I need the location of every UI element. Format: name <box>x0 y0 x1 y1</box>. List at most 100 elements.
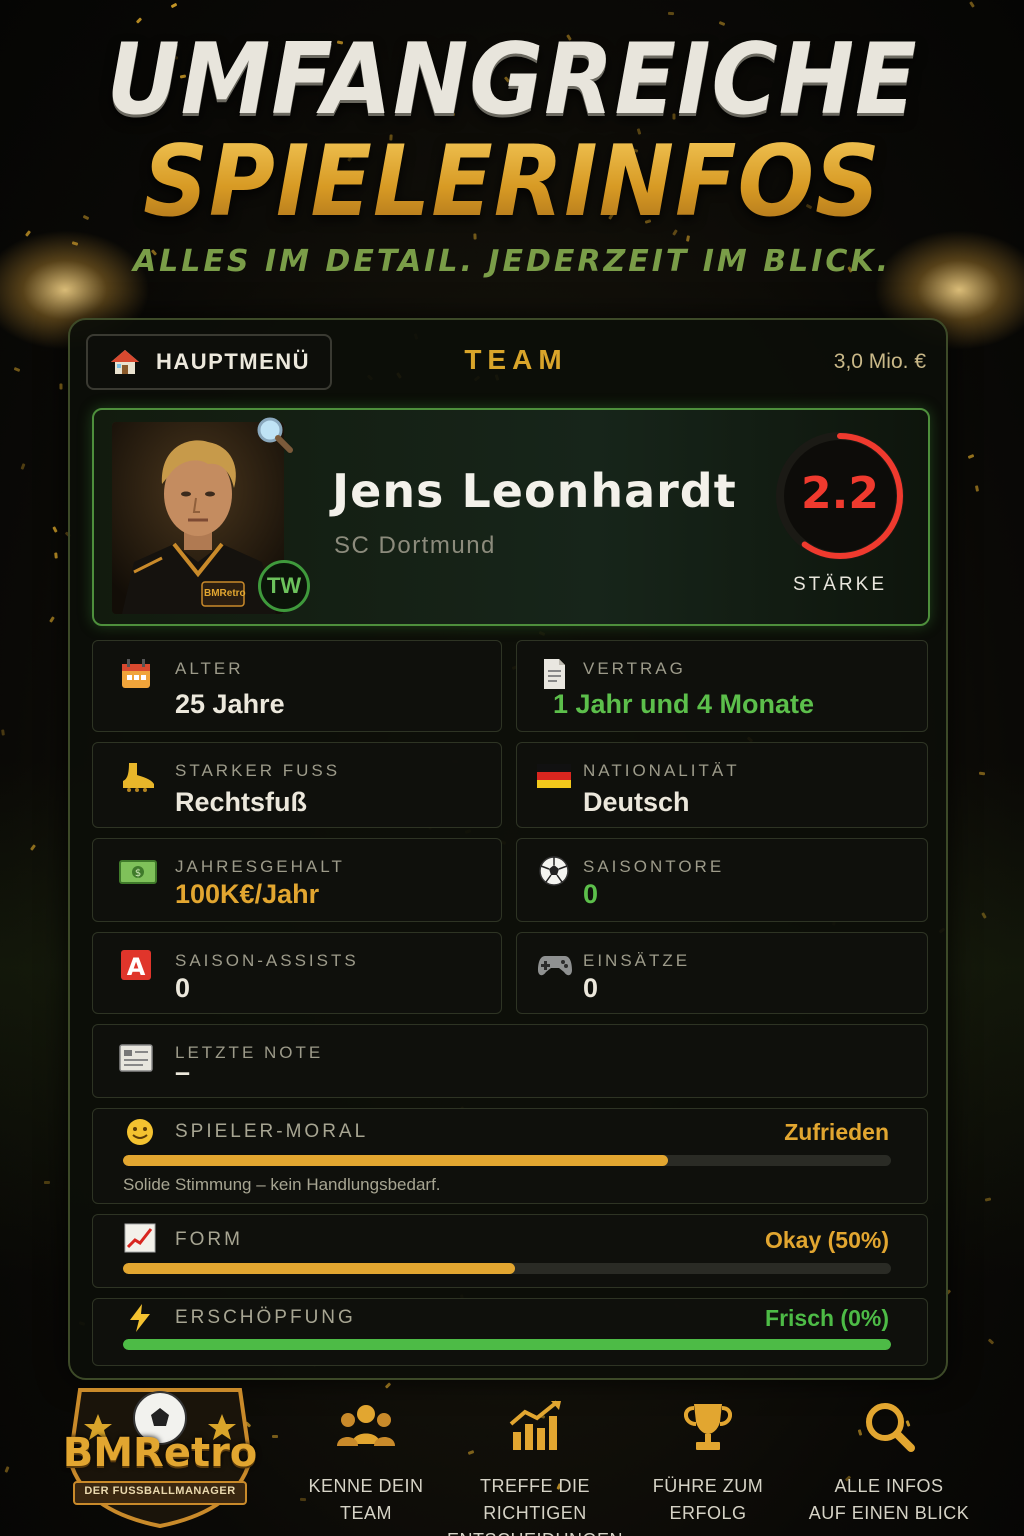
stat-appearances-label: EINSÄTZE <box>583 951 691 970</box>
stat-salary-label: JAHRESGEHALT <box>175 857 345 876</box>
player-name: Jens Leonhardt <box>332 464 737 518</box>
stat-nationality-value: Deutsch <box>583 787 690 817</box>
stat-appearances-value: 0 <box>583 973 599 1003</box>
lightning-icon <box>123 1303 157 1340</box>
confetti-piece <box>272 1434 279 1438</box>
nav-lead-to-success[interactable]: FÜHRE ZUM ERFOLG <box>638 1400 778 1527</box>
stat-age-value: 25 Jahre <box>175 689 285 719</box>
zoom-portrait-icon[interactable] <box>254 414 294 454</box>
house-icon <box>111 350 139 374</box>
stat-appearances: EINSÄTZE 0 <box>516 932 928 1014</box>
promo-headline: UMFANGREICHE SPIELERINFOS ALLES IM DETAI… <box>0 30 1024 279</box>
fatigue-section: ERSCHÖPFUNG Frisch (0%) <box>92 1298 928 1366</box>
stat-last-grade: LETZTE NOTE – <box>92 1024 928 1098</box>
document-icon <box>537 657 571 691</box>
rating-value: 2.2 <box>801 468 879 519</box>
svg-text:$: $ <box>135 868 141 879</box>
confetti-piece <box>20 462 26 470</box>
boot-icon <box>119 759 154 793</box>
form-status: Okay (50%) <box>764 1227 889 1253</box>
morale-status: Zufrieden <box>784 1119 889 1145</box>
confetti-piece <box>59 383 63 390</box>
stat-nationality-label: NATIONALITÄT <box>583 761 740 780</box>
confetti-piece <box>4 1465 10 1473</box>
rating-label: STÄRKE <box>792 574 888 595</box>
morale-label: SPIELER-MORAL <box>175 1121 369 1142</box>
stat-season-goals-value: 0 <box>583 879 599 909</box>
stat-season-assists-label: SAISON-ASSISTS <box>175 951 359 970</box>
nav-know-your-team-line2: TEAM <box>339 1503 392 1523</box>
nav-all-info[interactable]: ALLE INFOS AUF EINEN BLICK <box>806 1400 972 1527</box>
smiley-icon <box>123 1117 157 1154</box>
form-label: FORM <box>175 1229 243 1250</box>
headline-tagline: ALLES IM DETAIL. JEDERZEIT IM BLICK. <box>132 244 892 279</box>
stat-contract: VERTRAG 1 Jahr und 4 Monate <box>516 640 928 732</box>
stat-salary-value: 100K€/Jahr <box>175 879 320 909</box>
confetti-piece <box>48 616 55 624</box>
team-icon <box>337 1405 395 1446</box>
morale-bar-track <box>123 1155 891 1166</box>
letter-a-icon: A <box>119 949 153 983</box>
stat-contract-label: VERTRAG <box>583 659 686 678</box>
morale-note: Solide Stimmung – kein Handlungsbedarf. <box>123 1175 441 1194</box>
nav-all-info-line2: AUF EINEN BLICK <box>808 1503 970 1523</box>
search-icon <box>866 1403 915 1452</box>
confetti-piece <box>1 729 6 736</box>
morale-section: SPIELER-MORAL Zufrieden Solide Stimmung … <box>92 1108 928 1204</box>
nav-know-your-team[interactable]: KENNE DEIN TEAM <box>296 1400 436 1527</box>
nav-right-decisions-line1: TREFFE DIE RICHTIGEN <box>479 1476 590 1523</box>
nav-all-info-line1: ALLE INFOS <box>834 1476 944 1496</box>
logo-subtitle: DER FUSSBALLMANAGER <box>84 1485 236 1497</box>
stat-contract-value: 1 Jahr und 4 Monate <box>553 689 815 719</box>
report-card-icon <box>119 1041 153 1075</box>
main-menu-label: HAUPTMENÜ <box>156 349 311 374</box>
morale-bar-fill <box>123 1155 669 1166</box>
nav-right-decisions[interactable]: TREFFE DIE RICHTIGEN ENTSCHEIDUNGEN <box>440 1400 630 1536</box>
headline-line-1: UMFANGREICHE <box>106 23 918 137</box>
fatigue-label: ERSCHÖPFUNG <box>175 1307 356 1328</box>
stat-season-assists-value: 0 <box>175 973 191 1003</box>
nav-right-decisions-line2: ENTSCHEIDUNGEN <box>440 1527 630 1536</box>
nav-lead-to-success-line2: ERFOLG <box>669 1503 747 1523</box>
calendar-icon <box>119 657 153 691</box>
stat-strong-foot: STARKER FUSS Rechtsfuß <box>92 742 502 828</box>
stat-last-grade-value: – <box>175 1057 191 1087</box>
position-badge: TW <box>258 560 310 612</box>
jersey-logo-text: BMRetro <box>204 588 246 599</box>
banknote-icon: $ <box>119 855 157 889</box>
fatigue-status: Frisch (0%) <box>765 1305 889 1331</box>
stat-season-goals: SAISONTORE 0 <box>516 838 928 922</box>
team-budget: 3,0 Mio. € <box>833 350 926 373</box>
nav-know-your-team-line1: KENNE DEIN <box>308 1476 424 1496</box>
stat-season-assists: A SAISON-ASSISTS 0 <box>92 932 502 1014</box>
logo-wordmark: BMRetro <box>62 1430 258 1476</box>
stat-season-goals-label: SAISONTORE <box>583 857 725 876</box>
player-header-card: BMRetro TW Jens Leonhardt SC Dortmund 2.… <box>92 408 930 626</box>
stat-last-grade-label: LETZTE NOTE <box>175 1043 324 1062</box>
confetti-piece <box>987 1338 994 1345</box>
confetti-piece <box>385 1381 392 1389</box>
confetti-piece <box>975 485 980 493</box>
form-bar-track <box>123 1263 891 1274</box>
bar-chart-icon <box>509 1400 561 1450</box>
screen-title: TEAM <box>464 344 568 375</box>
form-bar-fill <box>123 1263 515 1274</box>
svg-text:A: A <box>127 953 146 981</box>
football-icon <box>537 855 571 889</box>
main-menu-button[interactable]: HAUPTMENÜ <box>86 334 332 390</box>
stat-salary: $ JAHRESGEHALT 100K€/Jahr <box>92 838 502 922</box>
confetti-piece <box>53 551 58 559</box>
confetti-piece <box>967 454 975 460</box>
nav-lead-to-success-line1: FÜHRE ZUM <box>652 1476 764 1496</box>
confetti-piece <box>667 11 674 15</box>
confetti-piece <box>969 0 975 8</box>
stat-strong-foot-value: Rechtsfuß <box>175 787 308 817</box>
fatigue-bar-track <box>123 1339 891 1350</box>
gamepad-icon <box>537 949 572 983</box>
confetti-piece <box>52 525 58 533</box>
stat-age: ALTER 25 Jahre <box>92 640 502 732</box>
form-section: FORM Okay (50%) <box>92 1214 928 1288</box>
bmretro-logo: BMRetro DER FUSSBALLMANAGER <box>50 1370 270 1530</box>
trophy-icon <box>684 1404 732 1450</box>
stat-age-label: ALTER <box>175 659 244 678</box>
